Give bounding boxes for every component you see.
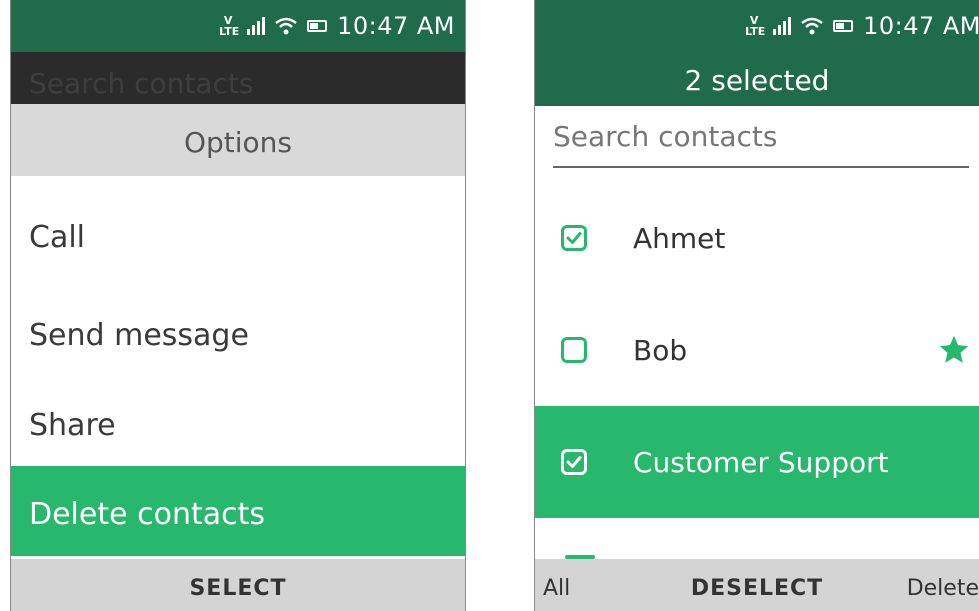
checkbox-checked[interactable] — [561, 225, 587, 251]
search-contacts-dimmed: Search contacts — [11, 52, 465, 104]
lte-icon: V LTE — [745, 14, 766, 38]
options-title: Options — [11, 104, 465, 176]
selection-count-header: 2 selected — [535, 52, 979, 106]
status-icons: V LTE 10:47 AM — [745, 0, 979, 52]
search-input[interactable] — [553, 106, 969, 166]
contact-row-customer-support[interactable]: Customer Support — [535, 406, 979, 518]
options-menu: Call Send message Share Delete contacts — [11, 176, 465, 556]
contact-row-ahmet[interactable]: Ahmet — [535, 182, 979, 294]
check-icon — [566, 456, 582, 468]
softkey-bar: All DESELECT Delete — [535, 559, 979, 611]
menu-item-send-message[interactable]: Send message — [11, 274, 465, 364]
status-time: 10:47 AM — [863, 12, 979, 40]
lte-icon: V LTE — [219, 14, 240, 38]
softkey-bar: SELECT — [11, 559, 465, 611]
check-icon — [566, 232, 582, 244]
battery-icon — [833, 20, 854, 32]
signal-icon — [247, 17, 266, 35]
checkbox-checked[interactable] — [561, 449, 587, 475]
checkbox-unchecked[interactable] — [561, 337, 587, 363]
contact-row-bob[interactable]: Bob — [535, 294, 979, 406]
battery-icon — [307, 20, 328, 32]
contact-name: Ahmet — [633, 221, 726, 255]
contact-name: Bob — [633, 333, 688, 367]
wifi-icon — [275, 17, 297, 35]
select-softkey[interactable]: SELECT — [11, 559, 465, 611]
status-bar: V LTE 10:47 AM — [11, 0, 465, 52]
signal-icon — [773, 17, 792, 35]
wifi-icon — [801, 17, 823, 35]
menu-item-call[interactable]: Call — [11, 176, 465, 274]
star-icon — [939, 335, 969, 363]
menu-item-share[interactable]: Share — [11, 364, 465, 454]
contact-name: Customer Support — [633, 445, 889, 479]
status-time: 10:47 AM — [337, 12, 455, 40]
delete-softkey[interactable]: Delete — [907, 559, 979, 611]
status-icons: V LTE 10:47 AM — [219, 0, 455, 52]
contacts-select-screen: VLTE 10:47 AM 2 selected Ahmet Bob Custo… — [534, 0, 979, 611]
search-field — [553, 106, 969, 168]
options-screen: V LTE 10:47 AM Search contacts Options Ca… — [10, 0, 466, 611]
menu-item-delete-contacts[interactable]: Delete contacts — [11, 466, 465, 556]
status-bar: V LTE 10:47 AM — [535, 0, 979, 52]
